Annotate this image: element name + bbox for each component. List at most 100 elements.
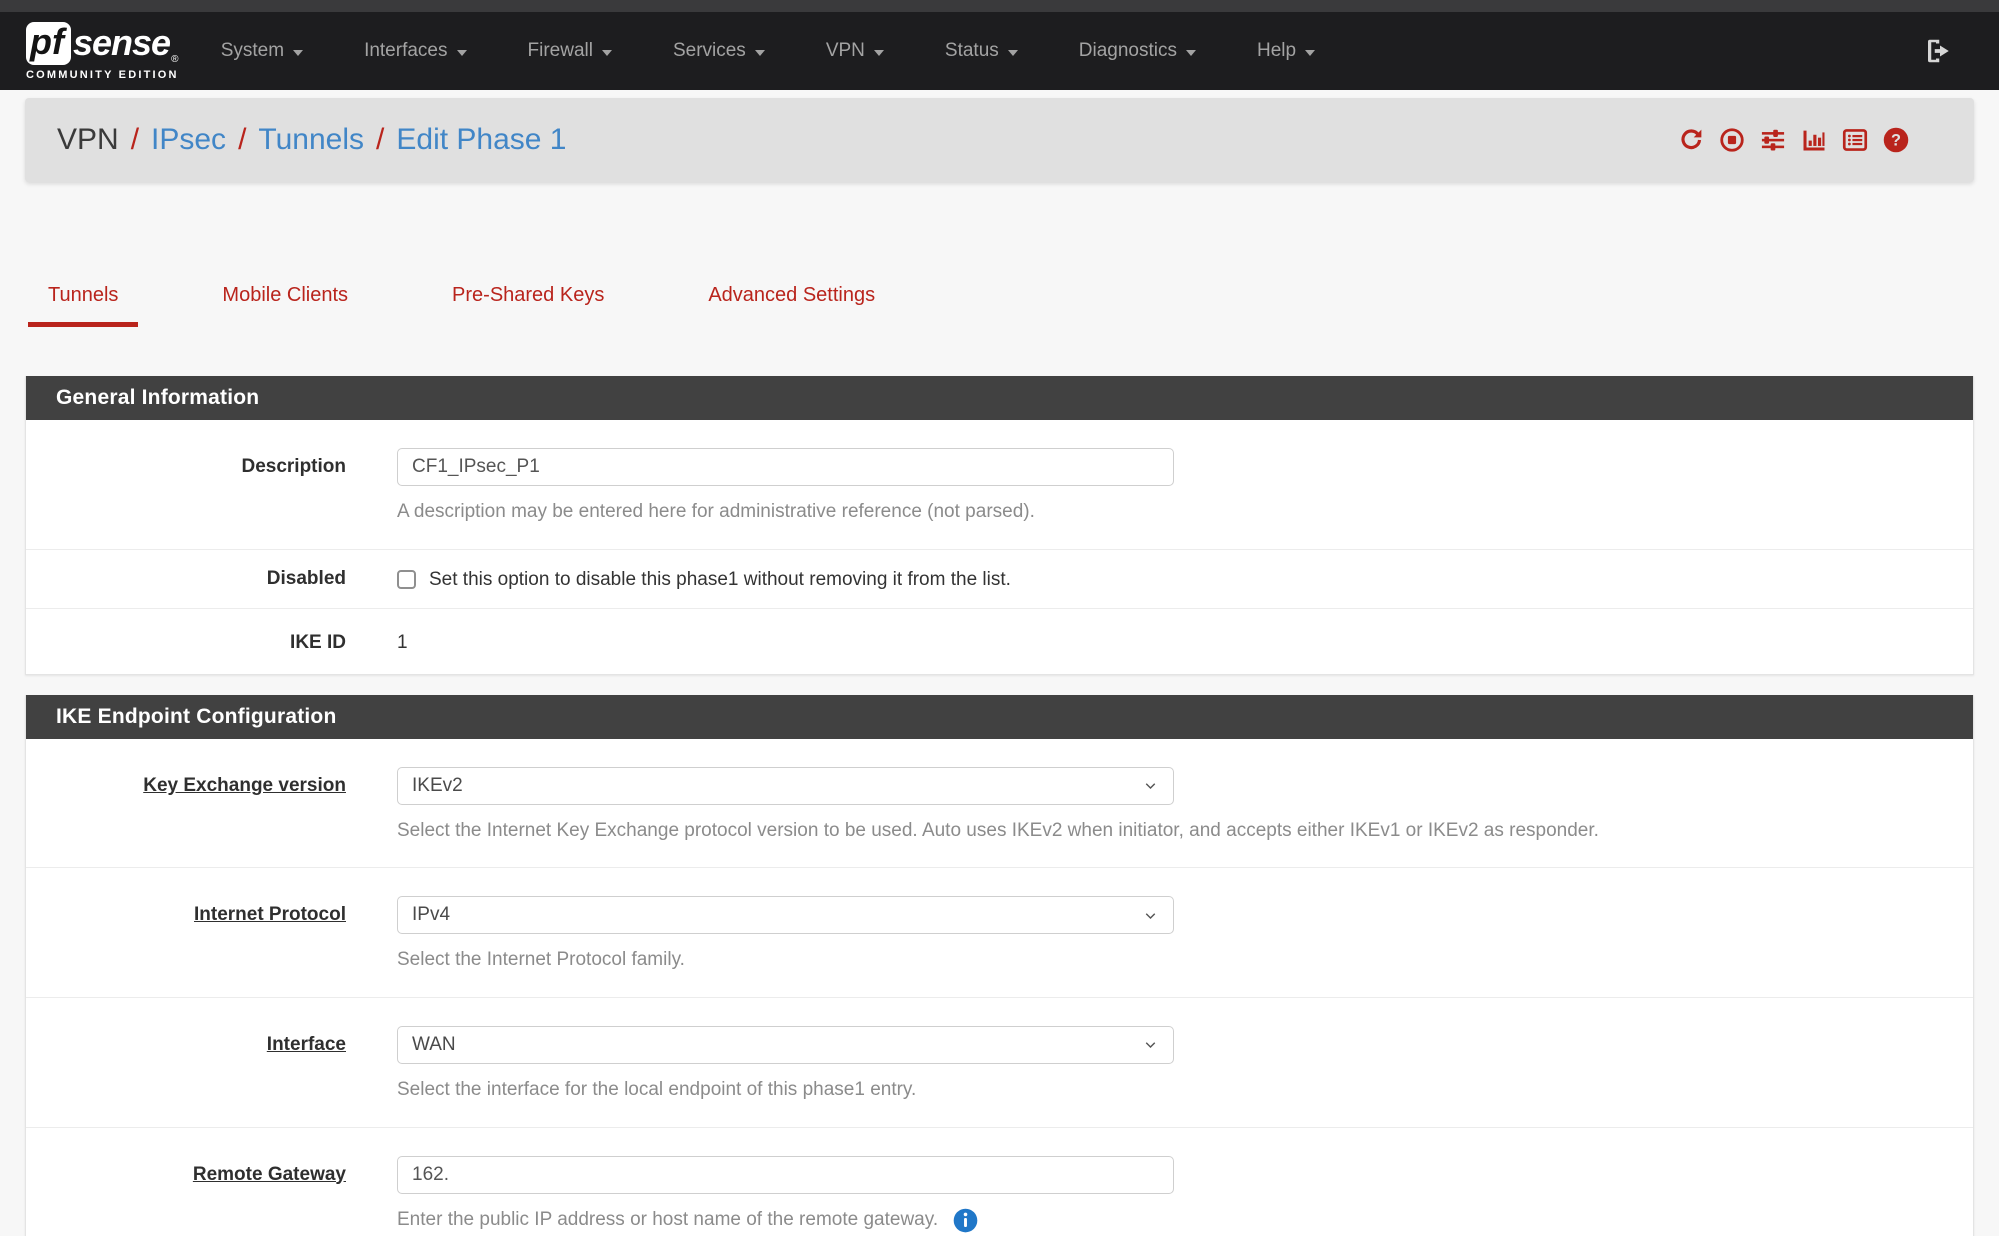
ike-endpoint-configuration-body: Key Exchange version IKEv2 Select the In… xyxy=(26,739,1973,1236)
chevron-down-icon xyxy=(755,50,765,56)
description-help-text: A description may be entered here for ad… xyxy=(397,499,1943,525)
nav-item-label: Services xyxy=(673,40,746,62)
disabled-field-group: Set this option to disable this phase1 w… xyxy=(397,567,1943,591)
tab-bar: Tunnels Mobile Clients Pre-Shared Keys A… xyxy=(28,284,1999,327)
nav-item-label: Help xyxy=(1257,40,1296,62)
form-row-interface: Interface WAN Select the interface for t… xyxy=(26,997,1973,1127)
sign-out-icon[interactable] xyxy=(1923,36,1953,66)
interface-field-group: WAN Select the interface for the local e… xyxy=(397,1026,1943,1103)
description-input[interactable] xyxy=(397,448,1174,486)
chevron-down-icon xyxy=(602,50,612,56)
sliders-icon[interactable] xyxy=(1759,126,1787,154)
key-exchange-selected-value: IKEv2 xyxy=(412,775,463,797)
disabled-checkbox[interactable] xyxy=(397,570,416,589)
key-exchange-version-label: Key Exchange version xyxy=(26,767,346,844)
tab-mobile-clients[interactable]: Mobile Clients xyxy=(202,284,368,327)
internet-protocol-help-text: Select the Internet Protocol family. xyxy=(397,947,1943,973)
refresh-icon[interactable] xyxy=(1677,126,1705,154)
remote-gateway-input[interactable] xyxy=(397,1156,1174,1194)
sense-wordmark: sense xyxy=(73,25,170,61)
stop-circle-icon[interactable] xyxy=(1718,126,1746,154)
nav-item-status[interactable]: Status xyxy=(945,40,1018,62)
chevron-down-icon xyxy=(1142,907,1159,924)
community-edition-label: COMMUNITY EDITION xyxy=(26,69,179,81)
disabled-checkbox-text: Set this option to disable this phase1 w… xyxy=(429,569,1011,591)
description-field-group: A description may be entered here for ad… xyxy=(397,448,1943,525)
nav-item-label: Firewall xyxy=(528,40,593,62)
tab-advanced-settings[interactable]: Advanced Settings xyxy=(688,284,895,327)
pf-logo-mark: pf xyxy=(26,22,71,65)
registered-mark: ® xyxy=(171,55,178,65)
form-row-internet-protocol: Internet Protocol IPv4 Select the Intern… xyxy=(26,867,1973,997)
chevron-down-icon xyxy=(1305,50,1315,56)
panel-general-information: General Information Description A descri… xyxy=(25,376,1974,675)
chevron-down-icon xyxy=(1008,50,1018,56)
form-row-disabled: Disabled Set this option to disable this… xyxy=(26,549,1973,608)
nav-item-firewall[interactable]: Firewall xyxy=(528,40,612,62)
breadcrumb-tunnels[interactable]: Tunnels xyxy=(258,123,364,157)
form-row-remote-gateway: Remote Gateway Enter the public IP addre… xyxy=(26,1127,1973,1236)
nav-menu: System Interfaces Firewall Services VPN … xyxy=(221,40,1376,62)
disabled-label: Disabled xyxy=(26,567,346,591)
remote-gateway-help-text: Enter the public IP address or host name… xyxy=(397,1207,938,1233)
breadcrumb-separator: / xyxy=(131,123,139,157)
chevron-down-icon xyxy=(457,50,467,56)
description-label: Description xyxy=(26,448,346,525)
tab-tunnels[interactable]: Tunnels xyxy=(28,284,138,327)
internet-protocol-field-group: IPv4 Select the Internet Protocol family… xyxy=(397,896,1943,973)
breadcrumb-separator: / xyxy=(238,123,246,157)
form-row-key-exchange-version: Key Exchange version IKEv2 Select the In… xyxy=(26,739,1973,868)
help-icon[interactable]: ? xyxy=(1882,126,1910,154)
chevron-down-icon xyxy=(874,50,884,56)
chevron-down-icon xyxy=(1142,777,1159,794)
interface-selected-value: WAN xyxy=(412,1034,456,1056)
ike-endpoint-configuration-header: IKE Endpoint Configuration xyxy=(26,695,1973,739)
nav-item-interfaces[interactable]: Interfaces xyxy=(364,40,466,62)
tab-pre-shared-keys[interactable]: Pre-Shared Keys xyxy=(432,284,624,327)
breadcrumb-ipsec[interactable]: IPsec xyxy=(151,123,226,157)
general-information-header: General Information xyxy=(26,376,1973,420)
breadcrumb: VPN / IPsec / Tunnels / Edit Phase 1 xyxy=(57,123,567,157)
breadcrumb-edit-phase1[interactable]: Edit Phase 1 xyxy=(396,123,566,157)
nav-item-label: System xyxy=(221,40,284,62)
remote-gateway-field-group: Enter the public IP address or host name… xyxy=(397,1156,1943,1234)
interface-label: Interface xyxy=(26,1026,346,1103)
pfsense-app: pf sense ® COMMUNITY EDITION System Inte… xyxy=(0,0,1999,1236)
chevron-down-icon xyxy=(1142,1036,1159,1053)
ike-id-value: 1 xyxy=(397,631,1943,654)
breadcrumb-vpn: VPN xyxy=(57,123,119,157)
top-strip xyxy=(0,0,1999,12)
nav-item-diagnostics[interactable]: Diagnostics xyxy=(1079,40,1196,62)
breadcrumb-bar: VPN / IPsec / Tunnels / Edit Phase 1 xyxy=(25,98,1974,182)
svg-text:?: ? xyxy=(1891,132,1901,150)
nav-item-label: Status xyxy=(945,40,999,62)
breadcrumb-separator: / xyxy=(376,123,384,157)
pfsense-wordmark: pf sense ® xyxy=(26,22,179,65)
nav-item-help[interactable]: Help xyxy=(1257,40,1315,62)
key-exchange-select[interactable]: IKEv2 xyxy=(397,767,1174,805)
key-exchange-help-text: Select the Internet Key Exchange protoco… xyxy=(397,818,1943,844)
pfsense-logo[interactable]: pf sense ® COMMUNITY EDITION xyxy=(26,22,179,81)
page-action-icons: ? xyxy=(1677,126,1910,154)
form-row-description: Description A description may be entered… xyxy=(26,420,1973,549)
key-exchange-field-group: IKEv2 Select the Internet Key Exchange p… xyxy=(397,767,1943,844)
internet-protocol-select[interactable]: IPv4 xyxy=(397,896,1174,934)
nav-item-system[interactable]: System xyxy=(221,40,303,62)
info-icon[interactable] xyxy=(952,1207,979,1234)
chevron-down-icon xyxy=(1186,50,1196,56)
nav-item-label: Interfaces xyxy=(364,40,447,62)
nav-item-services[interactable]: Services xyxy=(673,40,765,62)
nav-item-vpn[interactable]: VPN xyxy=(826,40,884,62)
remote-gateway-label: Remote Gateway xyxy=(26,1156,346,1234)
bar-chart-icon[interactable] xyxy=(1800,126,1828,154)
nav-item-label: VPN xyxy=(826,40,865,62)
navbar: pf sense ® COMMUNITY EDITION System Inte… xyxy=(0,12,1999,90)
ike-id-label: IKE ID xyxy=(26,631,346,654)
internet-protocol-selected-value: IPv4 xyxy=(412,904,450,926)
interface-select[interactable]: WAN xyxy=(397,1026,1174,1064)
general-information-body: Description A description may be entered… xyxy=(26,420,1973,674)
list-icon[interactable] xyxy=(1841,126,1869,154)
internet-protocol-label: Internet Protocol xyxy=(26,896,346,973)
nav-item-label: Diagnostics xyxy=(1079,40,1177,62)
chevron-down-icon xyxy=(293,50,303,56)
